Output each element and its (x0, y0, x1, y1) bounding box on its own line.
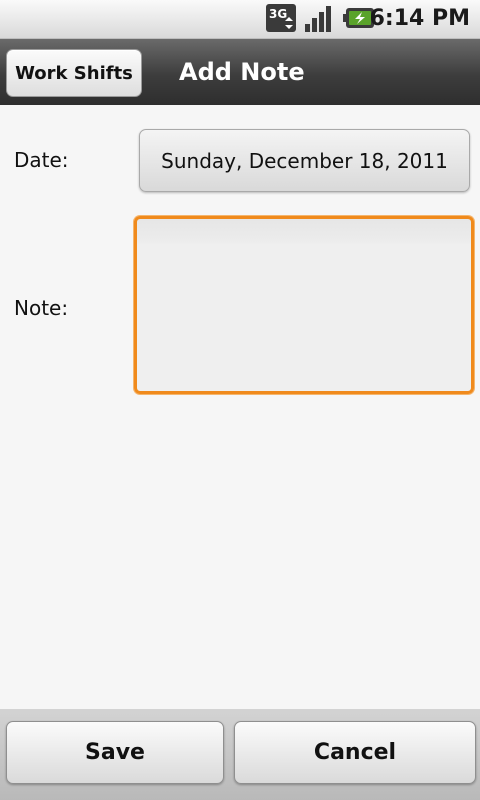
note-input[interactable] (134, 216, 474, 394)
status-time: 6:14 PM (369, 6, 470, 31)
date-picker-button[interactable]: Sunday, December 18, 2011 (139, 129, 470, 192)
date-label: Date: (14, 148, 69, 172)
save-button[interactable]: Save (6, 721, 224, 784)
3g-icon: 3G (266, 4, 296, 32)
page-title: Add Note (179, 58, 305, 86)
bottom-action-bar: Save Cancel (0, 709, 480, 800)
status-bar: 3G 6:14 PM (0, 0, 480, 39)
work-shifts-button[interactable]: Work Shifts (6, 49, 142, 97)
note-label: Note: (14, 296, 69, 320)
title-bar: Work Shifts Add Note (0, 39, 480, 105)
cancel-button[interactable]: Cancel (234, 721, 476, 784)
signal-icon (305, 6, 331, 32)
svg-text:3G: 3G (269, 7, 287, 21)
